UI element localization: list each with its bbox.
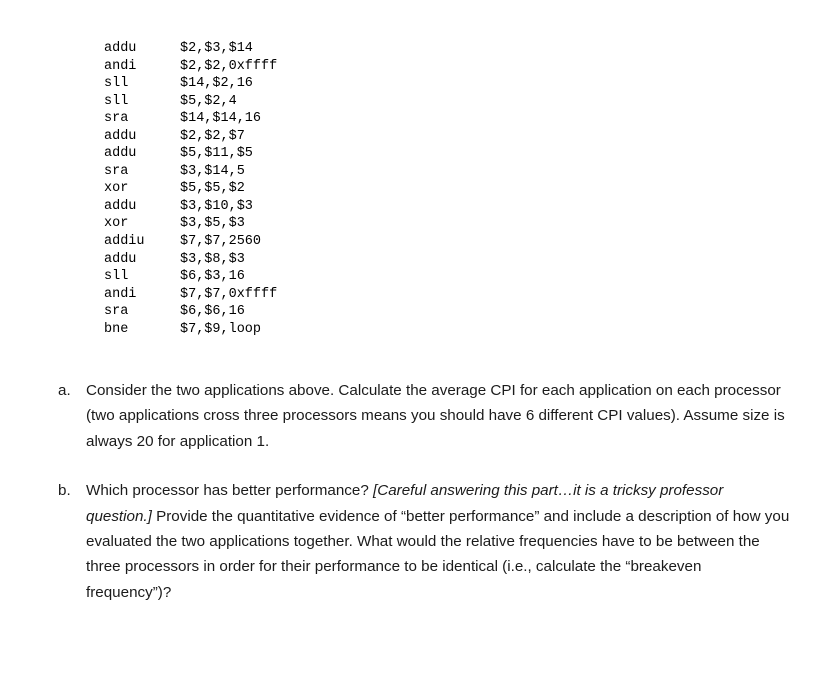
- code-instruction-operands: $6,$6,16: [180, 304, 245, 320]
- question-body: Consider the two applications above. Cal…: [86, 382, 785, 450]
- code-instruction-mnemonic: xor: [104, 216, 129, 232]
- code-instruction-operands: $6,$3,16: [180, 269, 245, 285]
- question-text-segment: Provide the quantitative evidence of “be…: [86, 507, 790, 601]
- code-line: xor $5,$5,$2: [104, 180, 277, 198]
- code-instruction-operands: $3,$10,$3: [180, 198, 253, 214]
- assembly-code-listing: addu $2,$3,$14 andi $2,$2,0xffff sll $14,$2,1…: [104, 40, 277, 338]
- code-line: sll $6,$3,16: [104, 268, 277, 286]
- code-instruction-operands: $2,$3,$14: [180, 41, 253, 56]
- question-text-segment: Consider the two applications above. Cal…: [86, 382, 785, 450]
- code-line: addu $3,$10,$3: [104, 198, 277, 216]
- code-instruction-operands: $5,$2,4: [180, 93, 237, 109]
- code-instruction-operands: $3,$14,5: [180, 163, 245, 179]
- code-instruction-operands: $2,$2,$7: [180, 128, 245, 144]
- code-line: sll $5,$2,4: [104, 93, 277, 111]
- code-instruction-operands: $3,$5,$3: [180, 216, 245, 232]
- question-marker: a.: [58, 382, 71, 399]
- code-line: addiu $7,$7,2560: [104, 233, 277, 251]
- code-line: addu $2,$2,$7: [104, 128, 277, 146]
- question-list: a. Consider the two applications above. C…: [0, 378, 814, 629]
- code-line: xor $3,$5,$3: [104, 215, 277, 233]
- code-instruction-operands: $7,$9,loop: [180, 321, 262, 337]
- code-line: sra $14,$14,16: [104, 110, 277, 128]
- question-text-segment: Which processor has better performance?: [86, 482, 374, 500]
- code-instruction-operands: $7,$7,0xffff: [180, 286, 278, 302]
- code-instruction-mnemonic: addu: [104, 198, 137, 214]
- question-body: Which processor has better performance? …: [86, 482, 789, 601]
- code-instruction-mnemonic: andi: [104, 286, 137, 302]
- code-instruction-mnemonic: sll: [104, 93, 129, 109]
- code-instruction-operands: $14,$2,16: [180, 76, 253, 92]
- code-instruction-operands: $5,$11,$5: [180, 146, 253, 162]
- code-instruction-mnemonic: bne: [104, 321, 129, 337]
- code-line: sra $6,$6,16: [104, 303, 277, 321]
- question-marker: b.: [58, 482, 71, 500]
- code-line: andi $7,$7,0xffff: [104, 286, 277, 304]
- code-instruction-mnemonic: sra: [104, 163, 129, 179]
- code-instruction-operands: $7,$7,2560: [180, 234, 262, 250]
- code-instruction-mnemonic: sll: [104, 76, 129, 92]
- code-line: addu $3,$8,$3: [104, 251, 277, 269]
- code-instruction-mnemonic: addu: [104, 146, 137, 162]
- code-instruction-mnemonic: sra: [104, 304, 129, 320]
- code-line: sra $3,$14,5: [104, 163, 277, 181]
- question-item: b. Which processor has better performance…: [0, 478, 814, 605]
- code-instruction-mnemonic: xor: [104, 181, 129, 197]
- code-instruction-mnemonic: andi: [104, 58, 137, 74]
- code-line: andi $2,$2,0xffff: [104, 58, 277, 76]
- code-instruction-operands: $2,$2,0xffff: [180, 58, 278, 74]
- code-instruction-operands: $3,$8,$3: [180, 251, 245, 267]
- code-instruction-mnemonic: sll: [104, 269, 129, 285]
- code-line: sll $14,$2,16: [104, 75, 277, 93]
- code-line: addu $2,$3,$14: [104, 40, 277, 58]
- code-line: addu $5,$11,$5: [104, 145, 277, 163]
- code-instruction-mnemonic: addu: [104, 128, 137, 144]
- question-item: a. Consider the two applications above. C…: [0, 378, 814, 454]
- code-instruction-mnemonic: addu: [104, 251, 137, 267]
- code-instruction-operands: $5,$5,$2: [180, 181, 245, 197]
- code-instruction-mnemonic: addiu: [104, 234, 145, 250]
- code-instruction-operands: $14,$14,16: [180, 111, 262, 127]
- code-line: bne $7,$9,loop: [104, 321, 277, 339]
- code-instruction-mnemonic: sra: [104, 111, 129, 127]
- code-instruction-mnemonic: addu: [104, 41, 137, 56]
